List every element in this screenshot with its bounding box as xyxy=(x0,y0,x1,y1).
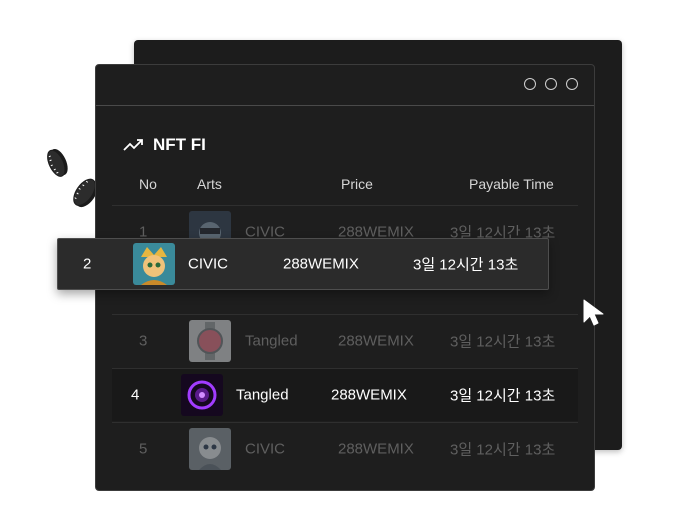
window-titlebar xyxy=(96,65,594,106)
column-header-arts: Arts xyxy=(197,176,222,192)
price-value: 288WEMIX xyxy=(338,440,414,458)
price-value: 288WEMIX xyxy=(283,255,359,273)
payable-time-value: 3일 12시간 13초 xyxy=(413,256,519,274)
row-divider xyxy=(112,422,578,423)
window-title-text: NFT FI xyxy=(153,135,206,154)
price-value: 288WEMIX xyxy=(331,386,407,404)
golden-character-thumbnail[interactable] xyxy=(133,243,175,285)
watch-thumbnail[interactable] xyxy=(189,320,231,362)
table-row-active[interactable]: 4 Tangled 288WEMIX 3일 12시간 13초 xyxy=(112,368,578,421)
art-name: CIVIC xyxy=(245,440,286,458)
column-header-payable-time: Payable Time xyxy=(469,176,554,192)
purple-orb-thumbnail[interactable] xyxy=(181,374,223,416)
row-number: 2 xyxy=(83,255,92,273)
table-row[interactable]: 3 Tangled 288WEMIX 3일 12시간 13초 xyxy=(112,314,578,367)
row-number: 4 xyxy=(131,386,140,404)
trending-up-icon xyxy=(123,139,143,151)
row-divider xyxy=(112,205,578,206)
payable-time-value: 3일 12시간 13초 xyxy=(450,441,556,459)
window-control-dot[interactable] xyxy=(566,78,578,90)
column-header-no: No xyxy=(139,176,157,192)
civic-avatar-thumbnail[interactable] xyxy=(189,428,231,470)
art-name: Tangled xyxy=(236,386,289,404)
payable-time-value: 3일 12시간 13초 xyxy=(450,333,556,351)
coin-icon xyxy=(47,148,68,177)
row-number: 5 xyxy=(139,440,148,458)
art-name: CIVIC xyxy=(188,255,229,273)
column-header-price: Price xyxy=(341,176,373,192)
art-name: Tangled xyxy=(245,332,298,350)
window-title: NFT FI xyxy=(123,135,206,155)
mouse-cursor-icon xyxy=(583,299,604,326)
window-control-dot[interactable] xyxy=(524,78,536,90)
price-value: 288WEMIX xyxy=(338,332,414,350)
window-control-dot[interactable] xyxy=(545,78,557,90)
row-number: 3 xyxy=(139,332,148,350)
highlighted-row-card[interactable]: 2 CIVIC 288WEMIX 3일 12시간 13초 xyxy=(57,238,549,290)
row-divider xyxy=(112,368,578,369)
row-divider xyxy=(112,314,578,315)
payable-time-value: 3일 12시간 13초 xyxy=(450,387,556,405)
table-row[interactable]: 5 CIVIC 288WEMIX 3일 12시간 13초 xyxy=(112,422,578,475)
